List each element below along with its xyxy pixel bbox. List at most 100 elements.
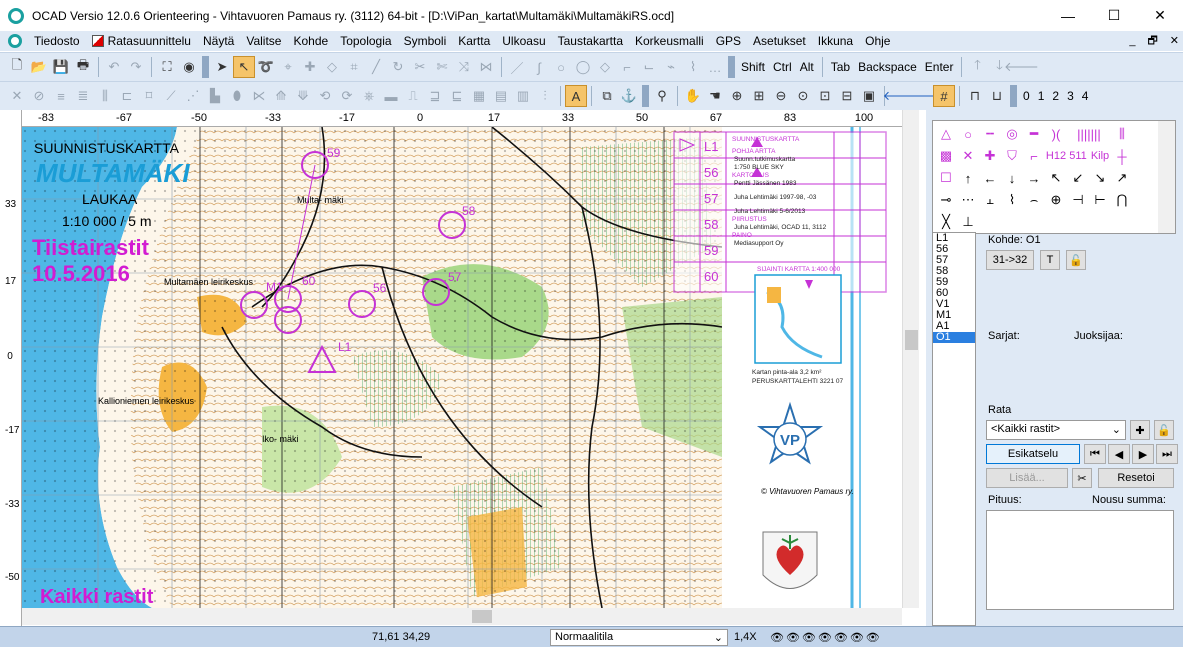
undo-icon[interactable]: ↶ — [103, 56, 125, 78]
arrow-right-icon[interactable]: → — [1023, 167, 1045, 189]
forbidden-area-icon[interactable]: ⫼ — [1111, 123, 1133, 145]
forbidden-pattern-icon[interactable]: ▩ — [935, 145, 957, 167]
corner-mark-icon[interactable]: ⌐ — [1023, 145, 1045, 167]
klip-text-icon[interactable]: Kilp — [1089, 145, 1111, 167]
mode-select[interactable]: Normaalitila ⌄ — [550, 629, 728, 646]
edit-object-arrow-icon[interactable]: ↖ — [233, 56, 255, 78]
arrow-nw-icon[interactable]: ↖ — [1045, 167, 1067, 189]
pan-hand-alt-icon[interactable]: ☚ — [704, 85, 726, 107]
tool-f-icon[interactable]: ⊏ — [116, 85, 138, 107]
mdi-restore-button[interactable]: 🗗 — [1147, 31, 1157, 51]
menu-taustakartta[interactable]: Taustakartta — [552, 34, 629, 48]
draw-gps-icon[interactable]: ⌁ — [660, 56, 682, 78]
tool-l-icon[interactable]: ⋉ — [248, 85, 270, 107]
draw-ellipse-icon[interactable]: ○ — [550, 56, 572, 78]
view-toggle-icons[interactable]: 👁👁👁👁👁👁👁 — [770, 631, 882, 644]
tools-icon[interactable]: ✂ — [1072, 468, 1092, 488]
menu-ulkoasu[interactable]: Ulkoasu — [496, 34, 551, 48]
toolbar-grip-2[interactable] — [728, 56, 735, 78]
print-icon[interactable]: 🖶 — [72, 56, 94, 78]
draw-smooth-icon[interactable]: ⌙ — [638, 56, 660, 78]
layer-2[interactable]: 2 — [1048, 89, 1063, 103]
horizontal-scroll-thumb[interactable] — [472, 610, 492, 623]
menu-korkeusmalli[interactable]: Korkeusmalli — [629, 34, 710, 48]
draw-freehand-icon[interactable]: ⌐ — [616, 56, 638, 78]
course-lock-icon[interactable]: 🔓 — [1154, 420, 1174, 440]
layer-4[interactable]: 4 — [1078, 89, 1093, 103]
tool-o-icon[interactable]: ⟲ — [314, 85, 336, 107]
tool-n-icon[interactable]: ⟱ — [292, 85, 314, 107]
split-icon[interactable]: ⤨ — [453, 56, 475, 78]
duplicate-icon[interactable]: ⧉ — [596, 85, 618, 107]
s11-text-icon[interactable]: 511 — [1067, 145, 1089, 167]
move-point-icon[interactable]: ⌖ — [277, 56, 299, 78]
vertical-scroll-thumb[interactable] — [905, 330, 918, 350]
text-button[interactable]: T — [1040, 250, 1060, 270]
draw-curve-icon[interactable]: ∫ — [528, 56, 550, 78]
tool-h-icon[interactable]: ⟋ — [160, 85, 182, 107]
desc-symbol-k-icon[interactable]: ⊥ — [957, 211, 979, 233]
redo-icon[interactable]: ↷ — [125, 56, 147, 78]
mdi-minimize-button[interactable]: _ — [1129, 31, 1135, 51]
desc-symbol-f-icon[interactable]: ⊕ — [1045, 189, 1067, 211]
close-button[interactable]: ✕ — [1137, 0, 1183, 31]
course-select[interactable]: <Kaikki rastit> ⌄ — [986, 420, 1126, 440]
tool-p-icon[interactable]: ⟳ — [336, 85, 358, 107]
alt-key[interactable]: Alt — [796, 60, 818, 74]
mdi-close-button[interactable]: ✕ — [1170, 31, 1179, 51]
desc-symbol-e-icon[interactable]: ⌢ — [1023, 189, 1045, 211]
cut-hole-icon[interactable]: ✄ — [431, 56, 453, 78]
course-info-text[interactable] — [986, 510, 1174, 610]
marked-route-icon[interactable]: ━ — [1023, 123, 1045, 145]
menu-nayta[interactable]: Näytä — [197, 34, 240, 48]
tool-b-icon[interactable]: ⊘ — [28, 85, 50, 107]
tool-s-icon[interactable]: ⎍ — [402, 85, 424, 107]
shift-key[interactable]: Shift — [737, 60, 769, 74]
tool-w-icon[interactable]: ▤ — [490, 85, 512, 107]
code-button[interactable]: 31->32 — [986, 250, 1034, 270]
control-symbol-icon[interactable]: ○ — [957, 123, 979, 145]
select-arrow-icon[interactable]: ➤ — [211, 56, 233, 78]
draw-straight-icon[interactable]: ／ — [506, 56, 528, 78]
zoom-page-icon[interactable]: ▣ — [858, 85, 880, 107]
arrow-left-icon[interactable]: 🡐 — [1004, 56, 1039, 78]
zoom-all-icon[interactable]: ⊟ — [836, 85, 858, 107]
tool-m-icon[interactable]: ⟰ — [270, 85, 292, 107]
toolbar-grip-4[interactable] — [1010, 85, 1017, 107]
ctrl-key[interactable]: Ctrl — [769, 60, 796, 74]
grid-icon[interactable]: # — [933, 85, 955, 107]
list-item-selected[interactable]: O1 — [933, 332, 975, 343]
desc-symbol-h-icon[interactable]: ⊢ — [1089, 189, 1111, 211]
tool-u-icon[interactable]: ⊑ — [446, 85, 468, 107]
rotate-icon[interactable]: ↻ — [387, 56, 409, 78]
previous-icon[interactable]: ◀ — [1108, 444, 1130, 464]
draw-circle-icon[interactable]: ◯ — [572, 56, 594, 78]
lasso-icon[interactable]: ➰ — [255, 56, 277, 78]
tool-t-icon[interactable]: ⊒ — [424, 85, 446, 107]
h12-text-icon[interactable]: H12 — [1045, 145, 1067, 167]
tool-q-icon[interactable]: ⎈ — [358, 85, 380, 107]
text-tool-icon[interactable]: A — [565, 85, 587, 107]
fullscreen-icon[interactable]: ⛶ — [156, 56, 178, 78]
draw-tracking-icon[interactable]: ⌇ — [682, 56, 704, 78]
layer-3[interactable]: 3 — [1063, 89, 1078, 103]
arrow-up-icon[interactable]: ↑ — [957, 167, 979, 189]
cross-symbol-icon[interactable]: ✕ — [957, 145, 979, 167]
refreshment-icon[interactable]: ⛉ — [1001, 145, 1023, 167]
course-list[interactable]: L1 56 57 58 59 60 V1 M1 A1 O1 — [932, 232, 976, 626]
tool-j-icon[interactable]: ▙ — [204, 85, 226, 107]
anchor-icon[interactable]: ⚓ — [618, 85, 640, 107]
corner-point-icon[interactable]: ⌗ — [343, 56, 365, 78]
next-icon[interactable]: ▶ — [1132, 444, 1154, 464]
draw-rectangle-icon[interactable]: ◇ — [594, 56, 616, 78]
first-aid-icon[interactable]: ✚ — [979, 145, 1001, 167]
tool-r-icon[interactable]: ▬ — [380, 85, 402, 107]
tool-i-icon[interactable]: ⋰ — [182, 85, 204, 107]
desc-symbol-c-icon[interactable]: ⫠ — [979, 189, 1001, 211]
layer-1[interactable]: 1 — [1034, 89, 1049, 103]
add-course-button[interactable]: ✚ — [1130, 420, 1150, 440]
finish-symbol-icon[interactable]: ◎ — [1001, 123, 1023, 145]
reset-button[interactable]: Resetoi — [1098, 468, 1174, 488]
view-mode-icon[interactable]: ◉ — [178, 56, 200, 78]
arrow-sw-icon[interactable]: ↙ — [1067, 167, 1089, 189]
